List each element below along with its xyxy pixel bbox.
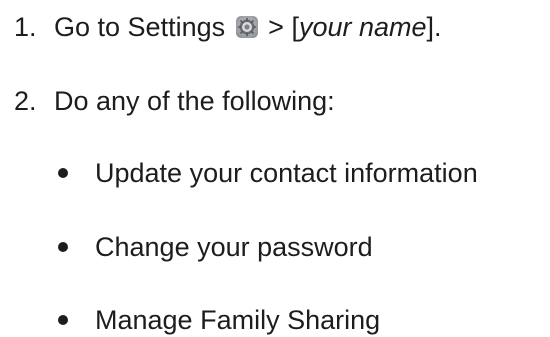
step-number: 2. [14, 86, 37, 116]
list-item: Manage Family Sharing [58, 303, 380, 337]
name-placeholder: your name [298, 12, 427, 42]
instructions-document: 1. Go to Settings > [your name]. 2. Do a… [0, 0, 550, 337]
step-1-text: Go to Settings [54, 12, 226, 42]
step-number: 1. [14, 12, 37, 42]
list-item: Change your password [58, 230, 373, 264]
option-family-sharing: Manage Family Sharing [95, 305, 381, 335]
option-update-contact: Update your contact information [95, 158, 478, 188]
step-2-text: Do any of the following: [54, 86, 335, 116]
bullet-dot [58, 241, 68, 252]
list-item: Update your contact information [58, 156, 478, 190]
option-change-password: Change your password [95, 232, 373, 262]
breadcrumb-separator: > [268, 12, 284, 42]
bracket-open: [ [291, 12, 299, 42]
bullet-dot [58, 314, 68, 325]
step-1: 1. Go to Settings > [your name]. [14, 10, 442, 44]
bracket-close: ]. [426, 12, 442, 42]
settings-gear-icon [235, 15, 258, 38]
step-2: 2. Do any of the following: [14, 84, 335, 118]
bullet-dot [58, 167, 68, 178]
